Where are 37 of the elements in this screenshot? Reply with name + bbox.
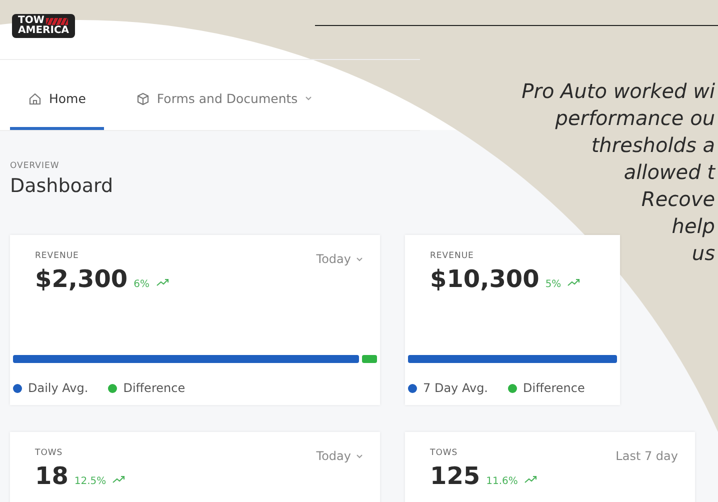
trend-up-icon — [156, 278, 170, 287]
nav-tab[interactable]: Home — [10, 60, 104, 130]
stat-value: $10,300 — [430, 265, 540, 293]
card-title: TOWS — [35, 448, 64, 458]
card-title: TOWS — [430, 448, 459, 458]
change-percent: 11.6% — [486, 476, 518, 487]
card-title: REVENUE — [430, 251, 475, 261]
home-icon — [28, 92, 42, 106]
quote-text: Pro Auto worked wi — [522, 80, 716, 102]
quote-text: performance ou — [555, 107, 716, 129]
stat-value: 18 — [35, 462, 68, 490]
change-percent: 5% — [545, 279, 562, 290]
page-title: Dashboard — [10, 175, 114, 197]
nav-tab[interactable]: Forms and Documents — [118, 60, 330, 130]
trend-up-icon — [567, 278, 582, 287]
legend-label: 7 Day Avg. — [423, 381, 488, 395]
change-percent: 12.5% — [74, 476, 106, 487]
legend-label: Difference — [123, 381, 186, 395]
change-percent: 6% — [134, 279, 150, 290]
logo: TOW AMERICA — [12, 14, 76, 38]
quote-text: Recove — [641, 188, 716, 210]
stat-value: 125 — [430, 462, 480, 490]
card-title: REVENUE — [35, 251, 80, 261]
range-dropdown[interactable]: Today — [316, 251, 363, 267]
stat-value: $2,300 — [35, 265, 128, 293]
quote-text: thresholds a — [591, 134, 716, 156]
section-label: OVERVIEW — [10, 161, 60, 171]
trend-up-icon — [112, 475, 126, 484]
trend-up-icon — [524, 475, 538, 484]
box-icon — [136, 92, 150, 106]
range-dropdown[interactable]: Last 7 day — [616, 448, 678, 464]
quote-text: help — [672, 215, 716, 237]
quote-text: us — [692, 242, 716, 264]
legend-label: Daily Avg. — [28, 381, 88, 395]
range-dropdown[interactable]: Today — [316, 448, 363, 464]
legend-label: Difference — [523, 381, 585, 395]
quote-text: allowed t — [624, 161, 716, 183]
